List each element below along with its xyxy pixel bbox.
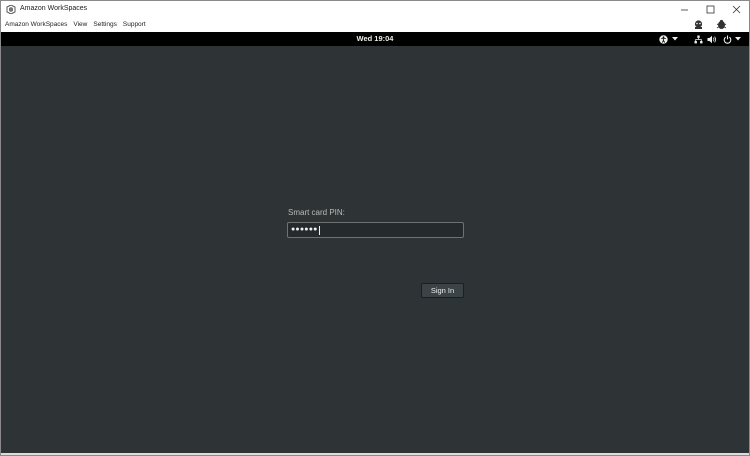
bottom-edge	[1, 453, 749, 455]
desktop-top-bar: Wed 19:04	[1, 32, 749, 46]
menu-icon-group	[693, 19, 727, 30]
minimize-icon[interactable]	[671, 1, 697, 17]
close-icon[interactable]	[723, 1, 749, 17]
power-icon[interactable]	[721, 32, 733, 46]
accessibility-icon[interactable]	[658, 32, 669, 46]
pin-masked-value: ●●●●●●	[291, 226, 318, 233]
menu-support[interactable]: Support	[120, 17, 149, 32]
dropdown-icon[interactable]	[733, 32, 743, 46]
sign-in-button[interactable]: Sign In	[421, 283, 464, 298]
window-controls	[671, 1, 749, 17]
network-icon[interactable]	[691, 32, 705, 46]
clock[interactable]: Wed 19:04	[1, 32, 749, 46]
menu-settings[interactable]: Settings	[90, 17, 120, 32]
smart-card-pin-label: Smart card PIN:	[288, 208, 345, 217]
network-health-icon[interactable]	[693, 19, 704, 30]
title-bar: Amazon WorkSpaces	[1, 1, 749, 17]
menu-bar: Amazon WorkSpaces View Settings Support	[1, 17, 749, 32]
menu-view[interactable]: View	[70, 17, 90, 32]
menu-amazon-workspaces[interactable]: Amazon WorkSpaces	[1, 17, 70, 32]
workspace-screen: Wed 19:04 Smart card PIN: ●●●●●● Sign In	[1, 32, 749, 455]
maximize-icon[interactable]	[697, 1, 723, 17]
text-cursor	[318, 225, 320, 235]
system-tray	[658, 32, 743, 46]
workspaces-app-icon	[6, 4, 16, 14]
dropdown-icon[interactable]	[669, 32, 681, 46]
volume-icon[interactable]	[705, 32, 718, 46]
bug-report-icon[interactable]	[716, 19, 727, 30]
smart-card-pin-input[interactable]: ●●●●●●	[287, 222, 464, 238]
window-title: Amazon WorkSpaces	[20, 5, 88, 12]
app-window: Amazon WorkSpaces Amazon WorkSpaces View…	[0, 0, 750, 456]
